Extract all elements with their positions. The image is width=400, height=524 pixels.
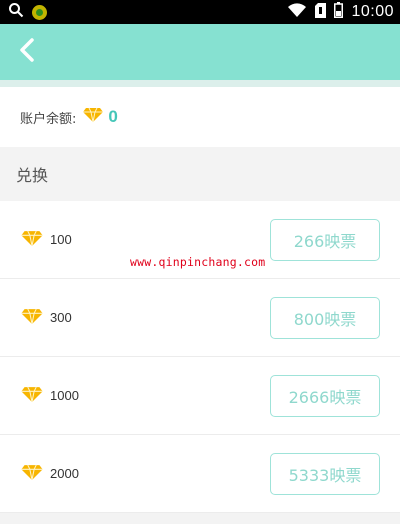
chevron-left-icon bbox=[18, 37, 36, 67]
diamond-icon bbox=[82, 107, 104, 127]
exchange-row: 1000 2666映票 bbox=[0, 357, 400, 435]
top-app-bar bbox=[0, 24, 400, 80]
diamond-amount: 1000 bbox=[50, 388, 79, 403]
balance-value: 0 bbox=[108, 107, 118, 126]
battery-icon bbox=[334, 2, 344, 22]
exchange-button[interactable]: 800映票 bbox=[270, 296, 380, 339]
back-button[interactable] bbox=[18, 37, 48, 67]
sim-icon bbox=[315, 2, 327, 22]
exchange-button[interactable]: 266映票 bbox=[270, 218, 380, 261]
watermark-text: www.qinpinchang.com bbox=[130, 255, 266, 269]
app-badge-icon bbox=[32, 4, 47, 20]
diamond-amount: 2000 bbox=[50, 466, 79, 481]
header-divider bbox=[0, 80, 400, 87]
section-title: 兑换 bbox=[0, 147, 400, 201]
diamond-icon bbox=[20, 464, 44, 484]
diamond-amount: 300 bbox=[50, 310, 72, 325]
search-icon bbox=[8, 2, 24, 22]
diamond-amount: 100 bbox=[50, 232, 72, 247]
status-time: 10:00 bbox=[351, 3, 394, 20]
exchange-button[interactable]: 2666映票 bbox=[270, 374, 380, 417]
diamond-icon bbox=[20, 308, 44, 328]
diamond-icon bbox=[20, 230, 44, 250]
exchange-row: 2000 5333映票 bbox=[0, 435, 400, 513]
exchange-row: 300 800映票 bbox=[0, 279, 400, 357]
exchange-button[interactable]: 5333映票 bbox=[270, 452, 380, 495]
diamond-icon bbox=[20, 386, 44, 406]
exchange-list: 100 266映票 300 800映票 1000 2666映票 2000 533… bbox=[0, 201, 400, 513]
status-bar: 10:00 bbox=[0, 0, 400, 24]
balance-label: 账户余额: bbox=[20, 111, 77, 127]
account-balance: 账户余额: 0 bbox=[0, 87, 400, 147]
wifi-icon bbox=[287, 2, 307, 22]
